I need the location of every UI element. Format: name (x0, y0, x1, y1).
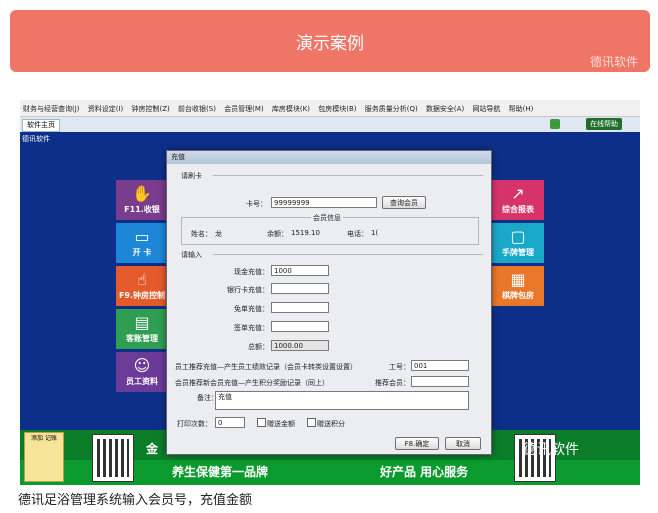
menu-item[interactable]: 资料设定(I) (85, 100, 127, 114)
slogan-right: 好产品 用心服务 (380, 465, 469, 479)
menu-item[interactable]: 网站导航 (469, 100, 503, 114)
tile-staff[interactable]: ☺ 员工资料 (116, 352, 168, 392)
gift-points-checkbox[interactable] (307, 418, 316, 427)
banner-watermark: 德讯软件 (589, 55, 638, 69)
balance-value: 1519.10 (291, 229, 320, 237)
slogan-partial: 金 (146, 442, 159, 456)
menu-item[interactable]: 数据安全(A) (423, 100, 467, 114)
lock-icon[interactable] (550, 119, 560, 129)
total-label: 总额： (248, 343, 269, 351)
gift-amount-label: 赠送金额 (267, 420, 295, 428)
card-label: 卡号： (246, 200, 267, 208)
banner-title: 演示案例 (296, 34, 364, 54)
tab-home[interactable]: 软件主页 (22, 119, 60, 132)
menu-item[interactable]: 包房模块(B) (315, 100, 359, 114)
menu-item[interactable]: 帮助(H) (506, 100, 537, 114)
app-screenshot: 财务与经营查询(J) 资料设定(I) 钟房控制(Z) 前台收银(S) 会员管理(… (20, 100, 640, 485)
print-count-label: 打印次数： (177, 420, 212, 428)
tile-checkout[interactable]: ✋ F11.收银 (116, 180, 168, 220)
tile-label: 员工资料 (126, 377, 158, 386)
total-field: 1000.00 (271, 340, 329, 351)
name-value: 龙 (215, 230, 222, 238)
tile-open-card[interactable]: ▭ 开 卡 (116, 223, 168, 263)
clock-icon: ☝ (137, 270, 147, 289)
room-icon: ▦ (510, 270, 526, 289)
cancel-button[interactable]: 取消 (445, 437, 481, 450)
tile-label: F9.钟房控制 (118, 291, 166, 300)
gift-amount-checkbox[interactable] (257, 418, 266, 427)
ledger-icon: ▤ (134, 313, 150, 332)
balance-label: 余额： (267, 230, 288, 238)
tile-label: 棋牌包房 (502, 291, 534, 300)
section-input: 请输入 (181, 251, 202, 259)
qr-code-icon (92, 434, 134, 482)
query-member-button[interactable]: 查询会员 (382, 196, 426, 209)
member-info-title: 会员信息 (311, 213, 343, 223)
online-help-button[interactable]: 在线帮助 (586, 118, 622, 130)
menu-bar: 财务与经营查询(J) 资料设定(I) 钟房控制(Z) 前台收银(S) 会员管理(… (20, 100, 640, 117)
menu-item[interactable]: 服务质量分析(Q) (362, 100, 421, 114)
staff-icon: ☺ (133, 356, 151, 375)
header-banner: 演示案例 德讯软件 (10, 10, 650, 72)
divider (213, 175, 483, 176)
sign-input[interactable] (271, 321, 329, 332)
recommender-input[interactable] (411, 376, 469, 387)
chart-icon: ↗ (511, 184, 525, 203)
caption: 德讯足浴管理系统输入会员号，充值金额 (18, 493, 253, 508)
recharge-dialog: 充值 请刷卡 卡号： 99999999 查询会员 会员信息 姓名： 龙 余额： … (166, 150, 492, 455)
phone-label: 电话： (347, 230, 368, 238)
brand-watermark: 德讯软件 (523, 442, 579, 458)
tile-guest-account[interactable]: ▤ 客账管理 (116, 309, 168, 349)
free-label: 免单充值： (234, 305, 269, 313)
tile-label: 开 卡 (132, 248, 152, 257)
name-label: 姓名： (191, 230, 212, 238)
menu-item[interactable]: 财务与经营查询(J) (20, 100, 83, 114)
card-icon: ▭ (134, 227, 150, 246)
divider (213, 254, 483, 255)
print-count-stepper[interactable]: 0 (215, 417, 245, 428)
tile-reports[interactable]: ↗ 综合报表 (492, 180, 544, 220)
free-input[interactable] (271, 302, 329, 313)
section-card: 请刷卡 (181, 172, 202, 180)
dialog-title: 充值 (167, 151, 491, 164)
phone-value: 1( (371, 229, 379, 237)
staff-no-label: 工号： (389, 363, 410, 371)
cash-icon: ✋ (132, 184, 152, 203)
cash-label: 现金充值： (234, 268, 269, 276)
company-name: 德讯软件 (22, 135, 50, 143)
bank-label: 银行卡充值： (227, 286, 269, 294)
cash-input[interactable]: 1000 (271, 265, 329, 276)
recommender-label: 推荐会员： (375, 379, 410, 387)
member-recommend-text: 会员推荐新会员充值—产生积分奖励记录（同上） (175, 379, 329, 387)
tile-clock-control[interactable]: ☝ F9.钟房控制 (116, 266, 168, 306)
menu-item[interactable]: 前台收银(S) (175, 100, 219, 114)
gift-points-label: 赠送积分 (317, 420, 345, 428)
confirm-button[interactable]: F8.确定 (395, 437, 439, 450)
tile-rooms[interactable]: ▦ 棋牌包房 (492, 266, 544, 306)
menu-item[interactable]: 库房模块(K) (269, 100, 313, 114)
menu-item[interactable]: 钟房控制(Z) (129, 100, 173, 114)
staff-recommend-text: 员工推荐充值—产生员工绩效记录（会员卡转类设置设置） (175, 363, 357, 371)
tile-label: 客账管理 (126, 334, 158, 343)
tile-label: 综合报表 (502, 205, 534, 214)
tab-bar: 软件主页 在线帮助 (20, 117, 640, 132)
remark-input[interactable]: 充值 (215, 391, 469, 410)
tile-label: F11.收银 (124, 205, 160, 214)
sign-label: 签单充值： (234, 324, 269, 332)
staff-no-input[interactable]: 001 (411, 360, 469, 371)
menu-item[interactable]: 会员管理(M) (221, 100, 267, 114)
note-icon[interactable]: 添加 记账 (24, 432, 64, 482)
slogan-left: 养生保健第一品牌 (172, 465, 269, 479)
tile-tags[interactable]: ▢ 手牌管理 (492, 223, 544, 263)
tile-label: 手牌管理 (502, 248, 534, 257)
tag-icon: ▢ (510, 227, 526, 246)
card-number-input[interactable]: 99999999 (271, 197, 377, 208)
bank-input[interactable] (271, 283, 329, 294)
